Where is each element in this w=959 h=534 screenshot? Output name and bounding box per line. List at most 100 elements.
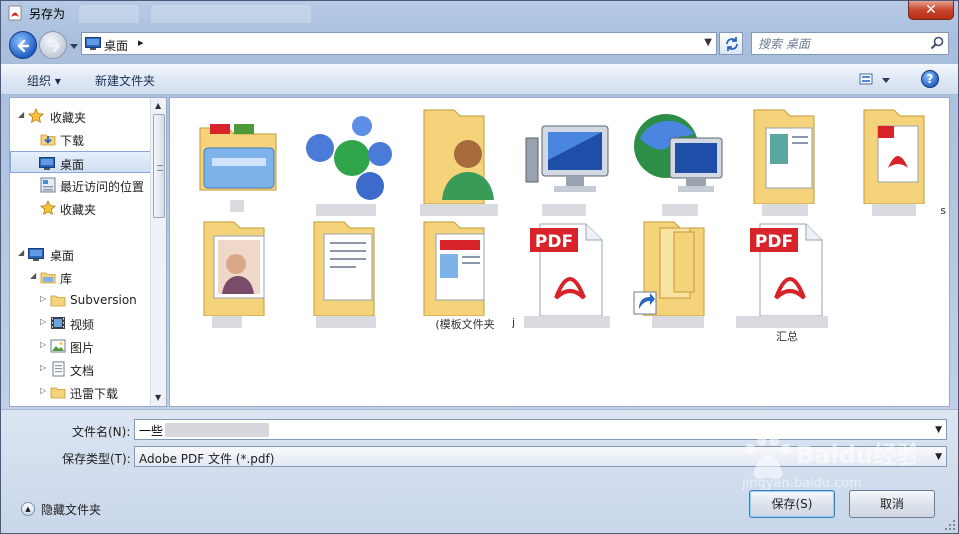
file-tile[interactable] bbox=[182, 104, 292, 214]
resize-grip-icon[interactable] bbox=[944, 519, 956, 531]
navigation-bar: 桌面 ▸ ▼ bbox=[1, 27, 958, 61]
sidebar-item-label: 库 bbox=[60, 272, 73, 286]
sidebar-item-favorites-folder[interactable]: 收藏夹 bbox=[10, 197, 152, 219]
forward-button[interactable] bbox=[39, 31, 67, 59]
file-tile[interactable] bbox=[622, 216, 732, 328]
background-tab bbox=[151, 5, 311, 23]
pdf-app-icon bbox=[8, 5, 22, 21]
sidebar-item-label: 下载 bbox=[60, 134, 85, 148]
sidebar-item-pictures[interactable]: ▷ 图片 bbox=[10, 335, 152, 357]
search-box[interactable] bbox=[751, 32, 949, 55]
blurred-caption bbox=[316, 316, 376, 328]
chevron-down-icon[interactable]: ▼ bbox=[935, 425, 942, 435]
file-tile[interactable] bbox=[622, 104, 732, 216]
star-icon bbox=[40, 200, 56, 216]
chevron-down-icon[interactable]: ▼ bbox=[935, 452, 942, 462]
refresh-button[interactable] bbox=[719, 32, 743, 55]
user-folder-icon bbox=[423, 109, 494, 204]
sidebar-item-desktop[interactable]: 桌面 bbox=[10, 151, 152, 173]
star-icon bbox=[28, 108, 44, 124]
sidebar-item-downloads[interactable]: 下载 bbox=[10, 128, 152, 150]
file-tile[interactable]: PDF j bbox=[512, 216, 622, 329]
expand-triangle-icon[interactable]: ▷ bbox=[40, 295, 48, 303]
back-button[interactable] bbox=[9, 31, 37, 59]
search-icon[interactable] bbox=[930, 36, 944, 50]
file-tile[interactable] bbox=[182, 216, 292, 328]
hide-folders-label: 隐藏文件夹 bbox=[41, 503, 102, 517]
expand-triangle-icon[interactable]: ▷ bbox=[40, 341, 48, 349]
folder-with-pdf-icon bbox=[863, 109, 925, 204]
sidebar-item-desktop-root[interactable]: ◢ 桌面 bbox=[10, 243, 152, 265]
address-history-dropdown-icon[interactable]: ▼ bbox=[704, 37, 712, 48]
blurred-caption bbox=[230, 200, 244, 212]
sidebar-item-thunder-downloads[interactable]: ▷ 迅雷下载 bbox=[10, 381, 152, 403]
scroll-down-icon[interactable]: ▼ bbox=[155, 393, 161, 402]
change-view-icon[interactable] bbox=[858, 72, 892, 88]
sidebar-item-label: 图片 bbox=[70, 341, 95, 355]
arrow-left-icon bbox=[17, 39, 30, 53]
blurred-filename bbox=[165, 423, 269, 437]
breadcrumb-arrow-icon[interactable]: ▸ bbox=[138, 36, 144, 49]
breadcrumb-desktop[interactable]: 桌面 bbox=[104, 37, 128, 54]
save-as-dialog: 另存为 ✕ 桌面 ▸ ▼ 搜索 桌面 组织 ▾ 新建文件夹 ? ◢ 收藏夹 下载… bbox=[0, 0, 959, 534]
background-tab bbox=[79, 5, 139, 23]
file-tile[interactable] bbox=[512, 104, 622, 216]
computer-icon bbox=[525, 125, 609, 192]
sidebar-item-label: 视频 bbox=[70, 318, 95, 332]
organize-menu-button[interactable]: 组织 ▾ bbox=[27, 72, 61, 89]
blurred-caption bbox=[652, 316, 704, 328]
folder-icon bbox=[50, 387, 66, 399]
sidebar-item-documents[interactable]: ▷ 文档 bbox=[10, 358, 152, 380]
save-button[interactable]: 保存(S) bbox=[749, 490, 835, 518]
address-bar[interactable]: 桌面 ▸ ▼ bbox=[81, 32, 717, 55]
sidebar-item-label: 文档 bbox=[70, 364, 95, 378]
blurred-caption bbox=[316, 204, 376, 216]
arrow-right-icon bbox=[48, 39, 61, 53]
new-folder-button[interactable]: 新建文件夹 bbox=[95, 72, 155, 89]
collapse-triangle-icon[interactable]: ◢ bbox=[30, 272, 38, 280]
sidebar-item-subversion[interactable]: ▷ Subversion bbox=[10, 289, 152, 311]
sidebar-item-label: 桌面 bbox=[60, 158, 85, 172]
library-icon bbox=[40, 272, 56, 284]
recent-locations-dropdown-icon[interactable] bbox=[69, 41, 79, 51]
refresh-icon bbox=[726, 37, 738, 51]
sidebar-item-libraries[interactable]: ◢ 库 bbox=[10, 266, 152, 288]
file-tile[interactable]: (模板文件夹 bbox=[402, 216, 512, 331]
folder-with-documents-icon bbox=[753, 109, 815, 204]
window-title: 另存为 bbox=[29, 7, 66, 21]
collapse-triangle-icon[interactable]: ◢ bbox=[18, 111, 26, 119]
expand-triangle-icon[interactable]: ▷ bbox=[40, 318, 48, 326]
folder-icon bbox=[50, 295, 66, 307]
search-input[interactable] bbox=[758, 35, 926, 52]
file-tile[interactable] bbox=[292, 216, 402, 328]
sidebar-item-videos[interactable]: ▷ 视频 bbox=[10, 312, 152, 334]
folder-with-photos-icon bbox=[203, 221, 265, 316]
sidebar-scrollbar[interactable]: ▲ ▼ bbox=[150, 98, 166, 406]
sidebar-item-favorites[interactable]: ◢ 收藏夹 bbox=[10, 105, 152, 127]
file-tile[interactable] bbox=[402, 104, 512, 216]
scroll-up-icon[interactable]: ▲ bbox=[155, 101, 161, 110]
close-button[interactable]: ✕ bbox=[908, 1, 954, 20]
expand-triangle-icon[interactable]: ▷ bbox=[40, 387, 48, 395]
picture-library-icon bbox=[50, 339, 66, 353]
help-button[interactable]: ? bbox=[921, 70, 939, 88]
file-caption: (模板文件夹 bbox=[435, 318, 495, 331]
blurred-caption bbox=[762, 204, 808, 216]
sidebar-item-recent-places[interactable]: 最近访问的位置 bbox=[10, 174, 152, 196]
sidebar-item-label: 最近访问的位置 bbox=[60, 180, 145, 194]
pdf-file-icon: PDF bbox=[530, 223, 603, 316]
file-tile[interactable] bbox=[292, 104, 402, 216]
folder-with-screenshots-icon bbox=[423, 221, 485, 316]
sidebar-item-label: 桌面 bbox=[50, 249, 75, 263]
blurred-caption bbox=[212, 316, 242, 328]
blurred-caption bbox=[542, 204, 586, 216]
homegroup-icon bbox=[306, 116, 392, 200]
recent-places-icon bbox=[40, 177, 56, 193]
scrollbar-thumb[interactable] bbox=[153, 114, 165, 218]
expand-triangle-icon[interactable]: ▷ bbox=[40, 364, 48, 372]
cancel-button[interactable]: 取消 bbox=[849, 490, 935, 518]
file-tile[interactable]: s bbox=[842, 104, 949, 217]
file-tile[interactable]: PDF 汇总 bbox=[732, 216, 842, 343]
file-tile[interactable] bbox=[732, 104, 842, 216]
collapse-triangle-icon[interactable]: ◢ bbox=[18, 249, 26, 257]
